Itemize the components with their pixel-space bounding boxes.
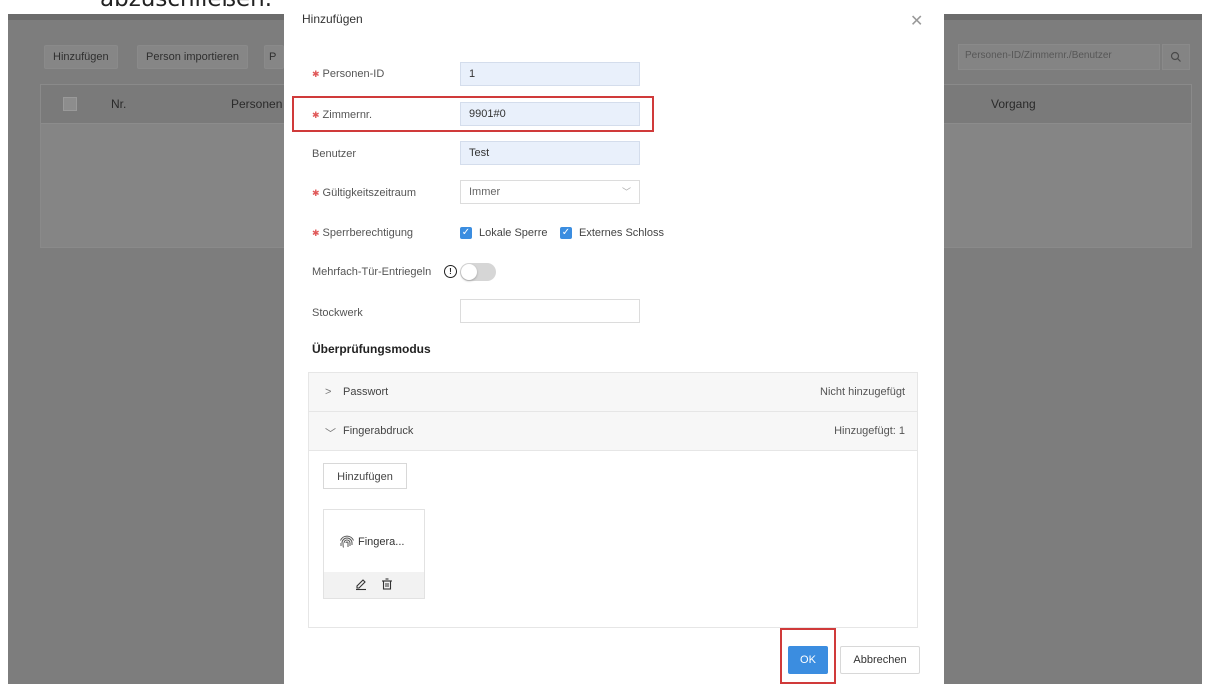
person-id-field[interactable]: 1 xyxy=(460,62,640,86)
lock-permission-label: ✱ Sperrberechtigung xyxy=(312,227,414,239)
cancel-button[interactable]: Abbrechen xyxy=(840,646,920,674)
verification-mode-title: Überprüfungsmodus xyxy=(312,342,431,356)
validity-label: ✱ Gültigkeitszeitraum xyxy=(312,187,417,199)
bg-partial-button[interactable]: P xyxy=(264,45,284,69)
local-lock-label: Lokale Sperre xyxy=(479,227,548,239)
fingerprint-name: Fingera... xyxy=(358,536,405,548)
ok-button[interactable]: OK xyxy=(788,646,828,674)
password-accordion-header[interactable]: > Passwort Nicht hinzugefügt xyxy=(309,373,917,412)
password-label: Passwort xyxy=(343,386,389,398)
info-icon[interactable]: ! xyxy=(444,265,457,278)
fingerprint-card: Fingera... xyxy=(323,509,425,599)
user-label: Benutzer xyxy=(312,148,357,160)
local-lock-checkbox[interactable]: ✓ xyxy=(460,227,472,239)
multi-door-label: Mehrfach-Tür-Entriegeln xyxy=(312,266,432,278)
validity-select[interactable]: Immer ﹀ xyxy=(460,180,640,204)
required-marker: ✱ xyxy=(312,110,320,120)
chevron-down-icon: ﹀ xyxy=(325,428,336,440)
bg-col-personen: Personen xyxy=(231,97,283,111)
external-lock-label: Externes Schloss xyxy=(579,227,664,239)
floor-field[interactable] xyxy=(460,299,640,323)
bg-select-all-checkbox[interactable] xyxy=(63,97,77,111)
bg-add-button[interactable]: Hinzufügen xyxy=(44,45,118,69)
search-icon[interactable] xyxy=(1162,44,1190,70)
fingerprint-accordion-header[interactable]: ﹀ Fingerabdruck Hinzugefügt: 1 xyxy=(309,412,917,451)
external-lock-checkbox[interactable]: ✓ xyxy=(560,227,572,239)
toggle-knob xyxy=(461,264,477,280)
add-person-dialog: Hinzufügen ✕ ✱ Personen-ID 1 ✱ Zimmernr. 9… xyxy=(284,0,944,684)
person-id-label: ✱ Personen-ID xyxy=(312,68,385,80)
bg-col-nr: Nr. xyxy=(111,97,127,111)
multi-door-toggle[interactable] xyxy=(460,263,496,281)
chevron-right-icon: > xyxy=(325,386,332,398)
validity-value: Immer xyxy=(469,186,501,198)
bg-search-input[interactable]: Personen-ID/Zimmernr./Benutzer xyxy=(958,44,1160,70)
floor-label: Stockwerk xyxy=(312,307,363,319)
room-number-field[interactable]: 9901#0 xyxy=(460,102,640,126)
delete-icon[interactable] xyxy=(380,577,394,591)
bg-import-button[interactable]: Person importieren xyxy=(137,45,248,69)
fingerprint-status: Hinzugefügt: 1 xyxy=(834,425,905,437)
fingerprint-card-actions xyxy=(324,572,424,598)
document-heading-fragment: abzuschließen. xyxy=(100,0,272,12)
bg-col-vorgang: Vorgang xyxy=(991,97,1036,111)
required-marker: ✱ xyxy=(312,69,320,79)
dialog-title: Hinzufügen xyxy=(302,12,363,26)
password-status: Nicht hinzugefügt xyxy=(820,386,905,398)
fingerprint-label: Fingerabdruck xyxy=(343,425,414,437)
user-field[interactable]: Test xyxy=(460,141,640,165)
required-marker: ✱ xyxy=(312,228,320,238)
verification-accordion: > Passwort Nicht hinzugefügt ﹀ Fingerabd… xyxy=(308,372,918,628)
required-marker: ✱ xyxy=(312,188,320,198)
chevron-down-icon: ﹀ xyxy=(621,187,631,197)
fingerprint-icon xyxy=(340,535,354,548)
close-icon[interactable]: ✕ xyxy=(910,14,923,30)
room-number-label: ✱ Zimmernr. xyxy=(312,109,373,121)
edit-icon[interactable] xyxy=(354,577,368,591)
add-fingerprint-button[interactable]: Hinzufügen xyxy=(323,463,407,489)
bg-search-placeholder: Personen-ID/Zimmernr./Benutzer xyxy=(965,50,1112,61)
